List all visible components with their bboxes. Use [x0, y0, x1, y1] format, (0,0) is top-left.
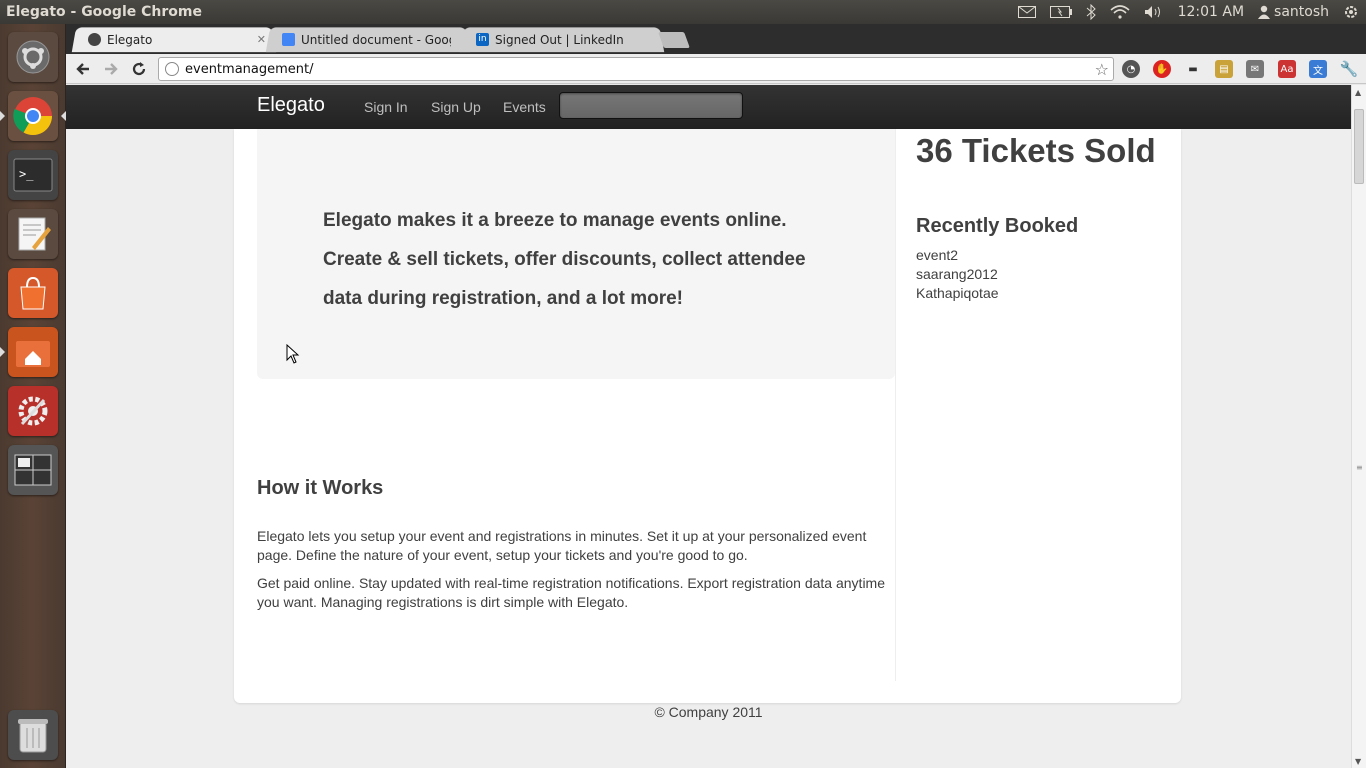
tab-untitled-document[interactable]: Untitled document - Goog: [265, 27, 471, 53]
list-item[interactable]: Kathapiqotae: [916, 284, 999, 303]
bookmark-star-icon[interactable]: ☆: [1095, 60, 1109, 79]
svg-text:>_: >_: [19, 167, 34, 181]
linkedin-favicon-icon: in: [476, 33, 489, 46]
hero-text: Elegato makes it a breeze to manage even…: [323, 210, 806, 309]
main-container: Elegato makes it a breeze to manage even…: [234, 129, 1181, 703]
dictionary-icon[interactable]: Aa: [1278, 60, 1296, 78]
user-icon[interactable]: [1251, 0, 1272, 24]
extension-clock-icon[interactable]: ◔: [1122, 60, 1140, 78]
nav-sign-in[interactable]: Sign In: [364, 99, 408, 115]
tab-linkedin[interactable]: in Signed Out | LinkedIn: [459, 27, 665, 53]
how-it-works-heading: How it Works: [257, 477, 384, 499]
os-top-panel: Elegato - Google Chrome 12:01 AM santosh: [0, 0, 1366, 24]
translate-icon[interactable]: 文: [1309, 60, 1327, 78]
browser-toolbar: ☆ ◔ ✋ ▬ ▤ ✉ Aa 文 🔧: [66, 54, 1366, 84]
window-title: Elegato - Google Chrome: [6, 4, 202, 20]
site-navbar: Elegato Sign In Sign Up Events: [66, 85, 1351, 129]
nav-search-input[interactable]: [559, 92, 743, 119]
site-brand[interactable]: Elegato: [257, 94, 325, 117]
reload-button[interactable]: [128, 58, 150, 80]
ubuntu-dash-icon[interactable]: [8, 32, 58, 82]
nav-sign-up[interactable]: Sign Up: [431, 99, 481, 115]
software-center-icon[interactable]: [8, 268, 58, 318]
adblock-icon[interactable]: ✋: [1153, 60, 1171, 78]
recently-booked-list: event2 saarang2012 Kathapiqotae: [916, 246, 999, 303]
power-gear-icon[interactable]: [1336, 0, 1366, 24]
address-bar[interactable]: ☆: [158, 57, 1114, 81]
workspace-switcher-icon[interactable]: [8, 445, 58, 495]
browser-window: Elegato ✕ Untitled document - Goog in Si…: [66, 24, 1366, 768]
scroll-grip-icon: ≡: [1356, 463, 1363, 472]
forward-button[interactable]: [100, 58, 122, 80]
extension-bar-icon[interactable]: ▬: [1184, 60, 1202, 78]
forward-arrow-icon: [105, 63, 118, 75]
chrome-icon[interactable]: [0, 91, 66, 141]
docs-favicon-icon: [282, 33, 295, 46]
battery-icon[interactable]: [1043, 0, 1079, 24]
gmail-notifier-icon[interactable]: ✉: [1246, 60, 1264, 78]
mail-icon[interactable]: [1011, 0, 1043, 24]
bluetooth-icon[interactable]: [1079, 0, 1103, 24]
nav-events[interactable]: Events: [503, 99, 546, 115]
wrench-menu-icon[interactable]: 🔧: [1340, 60, 1359, 78]
vertical-scrollbar[interactable]: ▲ ≡ ▼: [1351, 85, 1366, 768]
url-input[interactable]: [185, 61, 1085, 77]
tickets-sold-heading: 36 Tickets Sold: [916, 132, 1156, 169]
volume-icon[interactable]: [1137, 0, 1171, 24]
how-paragraph-1: Elegato lets you setup your event and re…: [257, 528, 867, 563]
column-divider: [895, 129, 896, 681]
recently-booked-heading: Recently Booked: [916, 215, 1079, 237]
clock[interactable]: 12:01 AM: [1171, 0, 1251, 24]
wifi-icon[interactable]: [1103, 0, 1137, 24]
back-arrow-icon: [76, 63, 89, 75]
how-paragraph-2: Get paid online. Stay updated with real-…: [257, 575, 885, 610]
terminal-icon[interactable]: >_: [8, 150, 58, 200]
reload-icon: [132, 62, 146, 76]
back-button[interactable]: [72, 58, 94, 80]
hero-unit: Elegato makes it a breeze to manage even…: [257, 129, 895, 379]
list-item[interactable]: saarang2012: [916, 265, 999, 284]
close-tab-icon[interactable]: ✕: [257, 33, 266, 46]
extension-note-icon[interactable]: ▤: [1215, 60, 1233, 78]
scroll-down-icon[interactable]: ▼: [1355, 757, 1361, 766]
trash-icon[interactable]: [8, 710, 58, 760]
mouse-cursor-icon: [286, 344, 300, 364]
text-editor-icon[interactable]: [8, 209, 58, 259]
page-footer: © Company 2011: [654, 704, 763, 720]
home-folder-icon[interactable]: [0, 327, 58, 377]
username[interactable]: santosh: [1272, 0, 1336, 24]
tab-elegato[interactable]: Elegato ✕: [71, 27, 277, 53]
list-item[interactable]: event2: [916, 246, 999, 265]
tab-strip: Elegato ✕ Untitled document - Goog in Si…: [66, 24, 1366, 54]
new-tab-button[interactable]: [658, 32, 690, 48]
scrollbar-thumb[interactable]: [1354, 109, 1364, 184]
scroll-up-icon[interactable]: ▲: [1355, 88, 1361, 97]
globe-icon: [165, 62, 179, 76]
system-settings-icon[interactable]: [8, 386, 58, 436]
unity-launcher: >_: [0, 24, 66, 768]
page-viewport: Elegato Sign In Sign Up Events Elegato m…: [66, 85, 1351, 768]
page-favicon-icon: [88, 33, 101, 46]
